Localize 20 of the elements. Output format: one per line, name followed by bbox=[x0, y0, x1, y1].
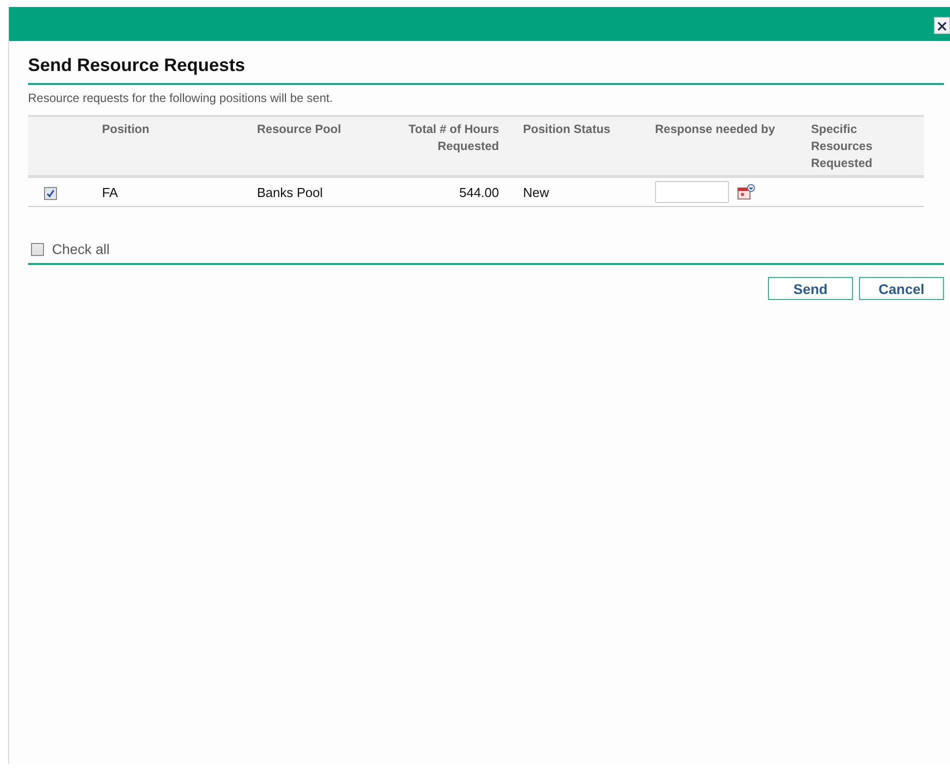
close-button[interactable]: × bbox=[934, 17, 950, 34]
check-all-label: Check all bbox=[52, 241, 110, 257]
table-cell: New bbox=[523, 184, 550, 200]
column-header: Resource Pool bbox=[257, 122, 342, 136]
table-cell: 544.00 bbox=[459, 184, 499, 200]
date-field[interactable] bbox=[655, 181, 729, 203]
calendar-icon[interactable] bbox=[737, 184, 755, 200]
row-checkbox[interactable] bbox=[44, 186, 57, 200]
column-header: Position bbox=[102, 122, 150, 136]
check-all-checkbox[interactable] bbox=[31, 242, 44, 256]
column-header: Position Status bbox=[523, 122, 610, 136]
table-cell: FA bbox=[102, 184, 118, 200]
description-text: Resource requests for the following positions will be sent. bbox=[28, 90, 334, 107]
column-header: Total # of Hours Requested bbox=[408, 122, 499, 153]
table-cell: Banks Pool bbox=[257, 184, 323, 200]
dialog-button[interactable]: Send bbox=[768, 277, 853, 300]
column-header: Specific Resources Requested bbox=[811, 122, 872, 170]
column-header: Response needed by bbox=[655, 122, 776, 136]
dialog-title: Send Resource Requests bbox=[28, 55, 246, 77]
dialog-button[interactable]: Cancel bbox=[859, 277, 944, 300]
